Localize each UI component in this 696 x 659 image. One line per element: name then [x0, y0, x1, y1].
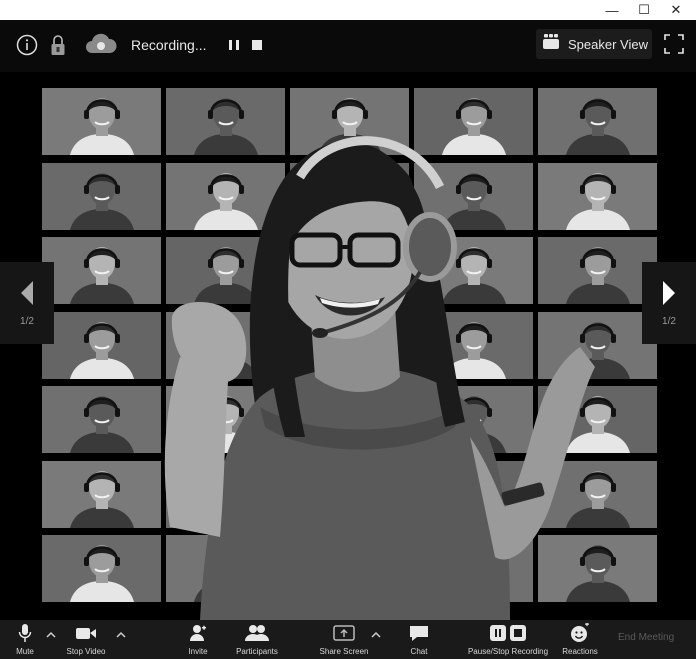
- speaker-view-button[interactable]: Speaker View: [536, 29, 652, 59]
- close-window-button[interactable]: ✕: [660, 0, 692, 20]
- pause-stop-recording-button[interactable]: Pause/Stop Recording: [467, 622, 549, 656]
- stop-recording-icon[interactable]: [251, 39, 263, 51]
- pause-stop-recording-label: Pause/Stop Recording: [467, 647, 549, 656]
- video-camera-icon: [75, 622, 97, 644]
- add-person-icon: [189, 622, 207, 644]
- participants-button[interactable]: Participants: [236, 622, 278, 656]
- video-stage: 1/2 1/2: [0, 72, 696, 620]
- meeting-top-bar: Recording... Speaker View: [0, 20, 696, 72]
- page-indicator-left: 1/2: [20, 315, 34, 327]
- mute-button[interactable]: Mute: [10, 622, 40, 656]
- speaker-view-label: Speaker View: [568, 36, 648, 52]
- lock-icon[interactable]: [50, 34, 66, 56]
- reactions-label: Reactions: [562, 647, 598, 656]
- speaker-view-icon: [542, 33, 560, 55]
- smiley-icon: [570, 622, 590, 644]
- arrow-left-icon: [21, 280, 33, 305]
- invite-button[interactable]: Invite: [186, 622, 210, 656]
- chevron-up-icon[interactable]: [370, 630, 382, 640]
- info-icon[interactable]: [16, 34, 38, 56]
- chat-bubble-icon: [409, 622, 429, 644]
- recording-status: Recording...: [131, 37, 207, 53]
- page-indicator-right: 1/2: [662, 315, 676, 327]
- chevron-up-icon[interactable]: [115, 630, 127, 640]
- pause-recording-icon[interactable]: [227, 37, 241, 53]
- share-screen-label: Share Screen: [319, 647, 369, 656]
- share-screen-button[interactable]: Share Screen: [319, 622, 369, 656]
- stop-video-button[interactable]: Stop Video: [66, 622, 106, 656]
- participants-label: Participants: [236, 647, 278, 656]
- minimize-button[interactable]: —: [596, 0, 628, 20]
- active-speaker-illustration: [164, 136, 595, 620]
- previous-page-button[interactable]: 1/2: [0, 262, 54, 344]
- microphone-icon: [18, 622, 32, 644]
- chevron-up-icon[interactable]: [45, 630, 57, 640]
- chat-label: Chat: [410, 647, 428, 656]
- reactions-button[interactable]: Reactions: [562, 622, 598, 656]
- stop-video-label: Stop Video: [66, 647, 106, 656]
- meeting-toolbar: Mute Stop Video Invite Participants Shar…: [0, 620, 696, 659]
- fullscreen-icon[interactable]: [664, 34, 684, 54]
- end-meeting-button[interactable]: End Meeting: [618, 632, 674, 643]
- arrow-right-icon: [663, 280, 675, 305]
- pause-stop-icon: [489, 622, 527, 644]
- chat-button[interactable]: Chat: [409, 622, 429, 656]
- mute-label: Mute: [16, 647, 34, 656]
- invite-label: Invite: [188, 647, 208, 656]
- window-title-bar: — ☐ ✕: [0, 0, 696, 20]
- participants-icon: [245, 622, 269, 644]
- cloud-record-icon: [84, 32, 118, 56]
- maximize-button[interactable]: ☐: [628, 0, 660, 20]
- share-screen-icon: [333, 622, 355, 644]
- next-page-button[interactable]: 1/2: [642, 262, 696, 344]
